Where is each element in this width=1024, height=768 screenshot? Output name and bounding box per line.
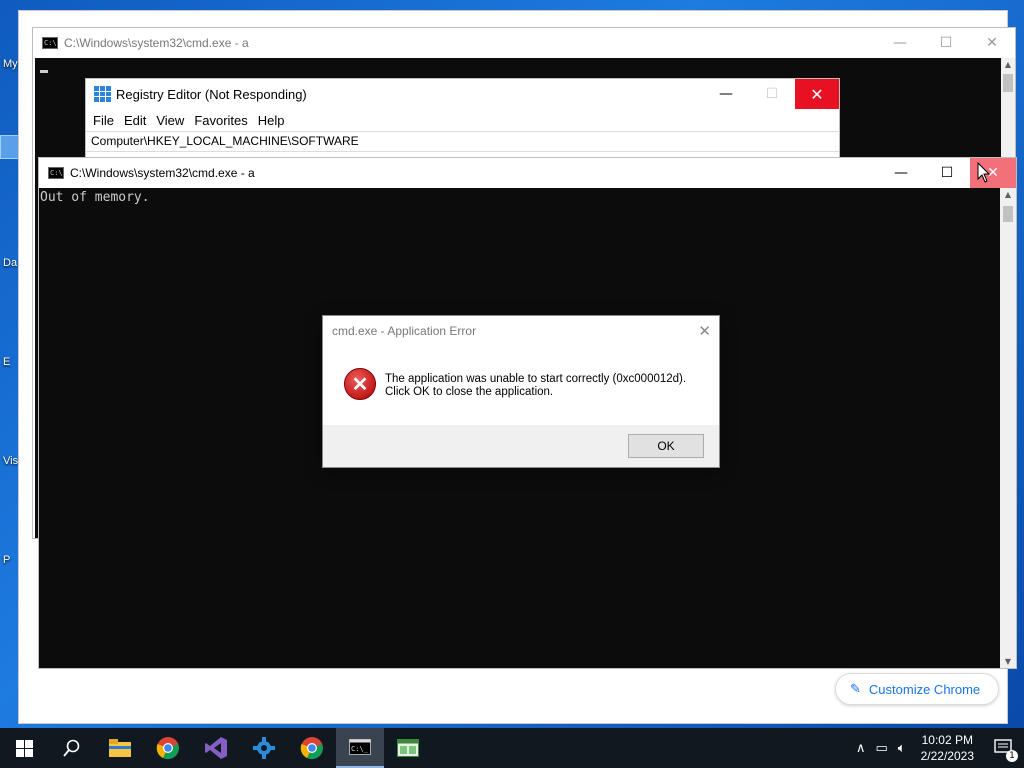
svg-text:C:\_: C:\_ (351, 745, 369, 753)
close-button[interactable]: ✕ (795, 79, 839, 109)
chrome-icon (156, 737, 179, 760)
minimize-button[interactable]: — (878, 158, 924, 188)
cmd-icon: C:\ (42, 37, 58, 49)
volume-icon[interactable]: 🔈︎ (898, 741, 906, 756)
dialog-title: cmd.exe - Application Error (332, 324, 477, 338)
cmd-icon: C:\ (48, 167, 64, 179)
desktop-icon-label[interactable]: E (3, 356, 10, 368)
desktop-icon-label[interactable]: My (3, 58, 18, 70)
address-bar[interactable]: Computer\HKEY_LOCAL_MACHINE\SOFTWARE (86, 131, 839, 152)
network-icon[interactable]: ▭ (876, 741, 888, 756)
scrollbar-thumb[interactable] (1003, 74, 1013, 92)
app-button[interactable] (240, 728, 288, 768)
scroll-up-arrow-icon[interactable]: ▲ (1000, 190, 1016, 199)
maximize-button[interactable]: ☐ (924, 158, 970, 188)
menu-file[interactable]: File (88, 113, 119, 128)
desktop-icon[interactable] (0, 135, 20, 159)
message-line-1: The application was unable to start corr… (385, 373, 687, 385)
desktop-icon-label[interactable]: P (3, 554, 10, 566)
taskbar: C:\_ ∧ ▭ 🔈︎ 10:02 PM 2/22/2023 1 (0, 728, 1024, 768)
window-title: Registry Editor (Not Responding) (116, 86, 307, 102)
maximize-button[interactable]: ☐ (749, 79, 795, 109)
text-cursor (40, 70, 48, 73)
visual-studio-icon (205, 737, 227, 759)
search-button[interactable] (48, 728, 96, 768)
start-button[interactable] (0, 728, 48, 768)
menu-help[interactable]: Help (253, 113, 290, 128)
notifications-button[interactable]: 1 (984, 728, 1024, 768)
file-explorer-button[interactable] (96, 728, 144, 768)
customize-chrome-button[interactable]: ✎ Customize Chrome (835, 673, 999, 705)
chevron-up-icon[interactable]: ∧ (856, 741, 866, 756)
chrome-button[interactable] (144, 728, 192, 768)
chrome-icon (300, 737, 323, 760)
menu-bar: File Edit View Favorites Help (86, 109, 839, 131)
visual-studio-button[interactable] (192, 728, 240, 768)
cmd-icon: C:\_ (349, 739, 371, 755)
gear-blue-icon (253, 737, 275, 759)
clock-date: 2/22/2023 (920, 749, 974, 763)
message-line-2: Click OK to close the application. (385, 386, 554, 398)
desktop-icon-label[interactable]: Vis (3, 455, 18, 467)
search-icon (63, 739, 80, 757)
scroll-up-arrow-icon[interactable]: ▲ (1001, 60, 1015, 69)
folder-icon (109, 739, 131, 757)
registry-icon (397, 739, 419, 757)
close-button[interactable]: ✕ (969, 28, 1015, 58)
desktop: My Da E Vis P ✎ Customize Chrome C:\ C:\… (0, 0, 1024, 728)
windows-logo-icon (15, 739, 33, 757)
system-tray: ∧ ▭ 🔈︎ 10:02 PM 2/22/2023 1 (851, 728, 1024, 768)
dialog-message: The application was unable to start corr… (385, 373, 686, 399)
minimize-button[interactable]: — (877, 28, 923, 58)
close-icon[interactable]: ✕ (698, 322, 711, 340)
registry-icon (94, 86, 111, 102)
ok-button[interactable]: OK (628, 434, 704, 458)
clock[interactable]: 10:02 PM 2/22/2023 (921, 732, 974, 764)
window-title: C:\Windows\system32\cmd.exe - a (70, 166, 255, 180)
scrollbar-thumb[interactable] (1003, 206, 1013, 222)
pencil-icon: ✎ (850, 681, 861, 696)
mouse-pointer-icon (977, 162, 991, 183)
menu-edit[interactable]: Edit (119, 113, 151, 128)
cmd-taskbar-button[interactable]: C:\_ (336, 728, 384, 768)
customize-chrome-label: Customize Chrome (868, 681, 981, 697)
window-title: C:\Windows\system32\cmd.exe - a (64, 36, 249, 50)
minimize-button[interactable]: — (703, 79, 749, 109)
menu-view[interactable]: View (151, 113, 189, 128)
maximize-button[interactable]: ☐ (923, 28, 969, 58)
error-icon: ✕ (344, 368, 376, 400)
scroll-down-arrow-icon[interactable]: ▼ (1000, 657, 1016, 666)
registry-editor-taskbar-button[interactable] (384, 728, 432, 768)
clock-time: 10:02 PM (921, 733, 973, 747)
application-error-dialog: cmd.exe - Application Error ✕ ✕ The appl… (322, 315, 720, 468)
notification-badge: 1 (1006, 750, 1018, 762)
vertical-scrollbar[interactable]: ▲ ▼ (1000, 188, 1016, 668)
chrome-button-2[interactable] (288, 728, 336, 768)
desktop-icon-label[interactable]: Da (3, 257, 17, 269)
menu-favorites[interactable]: Favorites (189, 113, 252, 128)
console-output: Out of memory. (40, 190, 150, 205)
